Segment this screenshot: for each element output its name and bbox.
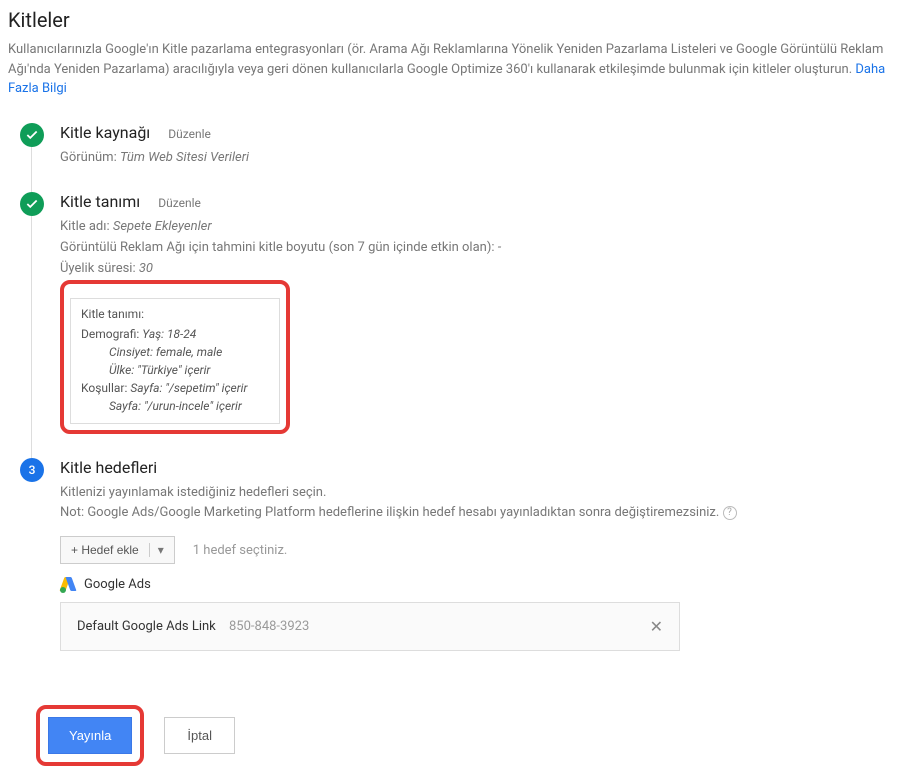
help-icon[interactable]: ? — [723, 506, 737, 520]
duration-value: 30 — [139, 261, 153, 276]
cond2: Sayfa: "/urun-incele" içerir — [109, 399, 242, 413]
page-description: Kullanıcılarınızla Google'ın Kitle pazar… — [8, 40, 898, 99]
demo-gender: Cinsiyet: female, male — [109, 345, 222, 359]
duration-label: Üyelik süresi: — [60, 261, 136, 276]
size-label: Görüntülü Reklam Ağı için tahmini kitle … — [60, 240, 495, 255]
publish-button[interactable]: Yayınla — [48, 717, 132, 754]
size-value: - — [498, 240, 502, 255]
google-ads-label: Google Ads — [84, 577, 151, 592]
step2-edit-link[interactable]: Düzenle — [158, 196, 201, 210]
chevron-down-icon: ▾ — [149, 543, 164, 557]
view-value: Tüm Web Sitesi Verileri — [120, 150, 249, 165]
def-box-title: Kitle tanımı: — [81, 307, 269, 321]
name-value: Sepete Ekleyenler — [113, 219, 212, 234]
cond1: Sayfa: "/sepetim" içerir — [130, 381, 247, 395]
step2-title: Kitle tanımı — [60, 192, 140, 211]
step3-desc2: Not: Google Ads/Google Marketing Platfor… — [60, 505, 719, 520]
definition-box: Kitle tanımı: Demografi: Yaş: 18-24 Cins… — [70, 298, 280, 424]
remove-target-icon[interactable]: ✕ — [650, 617, 663, 636]
link-id: 850-848-3923 — [229, 619, 309, 634]
view-label: Görünüm: — [60, 150, 117, 165]
link-name: Default Google Ads Link — [77, 619, 216, 634]
step-targets: 3 Kitle hedefleri Kitlenizi yayınlamak i… — [20, 458, 898, 676]
check-icon — [20, 192, 44, 216]
cancel-button[interactable]: İptal — [164, 717, 235, 754]
google-ads-icon — [60, 576, 76, 592]
step1-edit-link[interactable]: Düzenle — [168, 127, 211, 141]
step1-title: Kitle kaynağı — [60, 123, 150, 142]
step-definition: Kitle tanımı Düzenle Kitle adı: Sepete E… — [20, 192, 898, 457]
check-icon — [20, 123, 44, 147]
step3-desc1: Kitlenizi yayınlamak istediğiniz hedefle… — [60, 483, 898, 504]
definition-highlight: Kitle tanımı: Demografi: Yaş: 18-24 Cins… — [60, 280, 290, 434]
demo-age: Yaş: 18-24 — [142, 327, 196, 341]
page-title: Kitleler — [8, 8, 898, 32]
step3-title: Kitle hedefleri — [60, 458, 157, 477]
name-label: Kitle adı: — [60, 219, 110, 234]
page-description-text: Kullanıcılarınızla Google'ın Kitle pazar… — [8, 42, 883, 77]
publish-highlight: Yayınla — [36, 705, 144, 766]
action-bar: Yayınla İptal — [36, 705, 898, 766]
demo-country: Ülke: "Türkiye" içerir — [109, 363, 210, 377]
linked-account-box: Default Google Ads Link 850-848-3923 ✕ — [60, 602, 680, 651]
step-source: Kitle kaynağı Düzenle Görünüm: Tüm Web S… — [20, 123, 898, 193]
step-number-icon: 3 — [20, 458, 44, 482]
demo-label: Demografi: — [81, 327, 139, 341]
cond-label: Koşullar: — [81, 381, 127, 395]
add-target-button[interactable]: + Hedef ekle ▾ — [60, 536, 175, 564]
target-count: 1 hedef seçtiniz. — [193, 543, 288, 558]
add-target-label: + Hedef ekle — [71, 543, 139, 557]
